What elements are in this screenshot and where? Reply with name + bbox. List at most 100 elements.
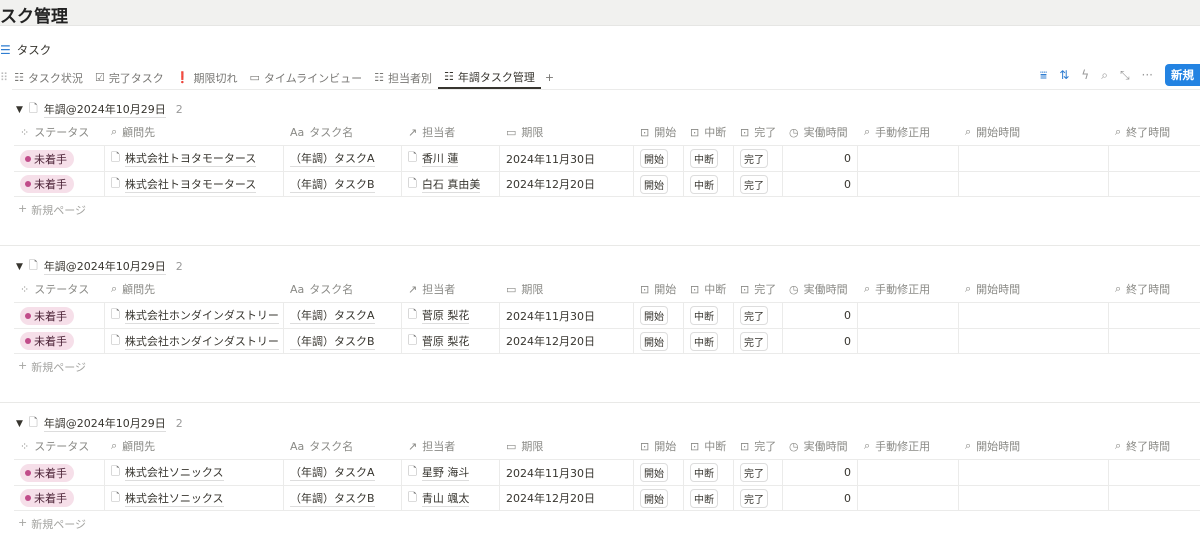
column-header[interactable]: ⌕ 顧問先 (105, 276, 284, 302)
column-header[interactable]: ⌕ 手動修正用 (858, 433, 959, 459)
start-button[interactable]: 開始 (640, 463, 668, 482)
client-link[interactable]: 株式会社ホンダインダストリー (124, 307, 279, 324)
column-header[interactable]: ◷ 実働時間 (783, 433, 858, 459)
task-cell[interactable]: （年調）タスクA (284, 303, 402, 328)
assignee-cell[interactable]: 🗋 菅原 梨花 (402, 303, 500, 328)
start-time-cell[interactable] (959, 303, 1109, 328)
status-cell[interactable]: 未着手 (14, 486, 105, 510)
status-badge[interactable]: 未着手 (20, 332, 74, 350)
status-cell[interactable]: 未着手 (14, 329, 105, 353)
done-button[interactable]: 完了 (740, 463, 768, 482)
assignee-link[interactable]: 香川 蓮 (421, 150, 459, 167)
filter-icon[interactable]: ⩸ (1040, 68, 1047, 83)
start-time-cell[interactable] (959, 460, 1109, 485)
hours-cell[interactable]: 0 (783, 146, 858, 171)
client-link[interactable]: 株式会社ホンダインダストリー (124, 333, 279, 350)
done-button[interactable]: 完了 (740, 488, 768, 508)
start-time-cell[interactable] (959, 146, 1109, 171)
group-title[interactable]: 年調@2024年10月29日 (43, 415, 166, 432)
group-title[interactable]: 年調@2024年10月29日 (43, 258, 166, 275)
start-button[interactable]: 開始 (640, 306, 668, 325)
column-header[interactable]: ⌕ 開始時間 (959, 433, 1109, 459)
column-header[interactable]: ↗ 担当者 (402, 433, 500, 459)
hours-cell[interactable]: 0 (783, 460, 858, 485)
column-header[interactable]: ⊡ 完了 (734, 276, 783, 302)
status-cell[interactable]: 未着手 (14, 146, 105, 171)
drag-handle-icon[interactable]: ⠿ (0, 71, 8, 84)
client-cell[interactable]: 🗋 株式会社ソニックス (105, 460, 284, 485)
column-header[interactable]: ⊡ 開始 (634, 119, 684, 145)
done-button[interactable]: 完了 (740, 331, 768, 351)
group-header[interactable]: ▼ 🗋 年調@2024年10月29日 2 (16, 257, 183, 276)
done-button[interactable]: 完了 (740, 149, 768, 168)
status-badge[interactable]: 未着手 (20, 149, 74, 168)
table-row[interactable]: 未着手 🗋 株式会社トヨタモータース （年調）タスクB 🗋 白石 真由美 2024年… (14, 171, 1200, 197)
column-header[interactable]: ▭ 期限 (500, 276, 634, 302)
client-cell[interactable]: 🗋 株式会社ホンダインダストリー (105, 303, 284, 328)
manual-cell[interactable] (858, 486, 959, 510)
assignee-link[interactable]: 白石 真由美 (421, 176, 481, 193)
column-header[interactable]: ⁘ ステータス (14, 119, 105, 145)
assignee-cell[interactable]: 🗋 香川 蓮 (402, 146, 500, 171)
start-button[interactable]: 開始 (640, 331, 668, 351)
new-page-button[interactable]: + 新規ページ (18, 516, 86, 532)
column-header[interactable]: Aa タスク名 (284, 433, 402, 459)
start-button[interactable]: 開始 (640, 149, 668, 168)
task-cell[interactable]: （年調）タスクB (284, 172, 402, 196)
collapse-triangle-icon[interactable]: ▼ (16, 419, 23, 429)
more-icon[interactable]: ··· (1142, 68, 1153, 82)
manual-cell[interactable] (858, 460, 959, 485)
client-link[interactable]: 株式会社ソニックス (124, 490, 224, 507)
database-title[interactable]: ☰ タスク (0, 42, 51, 58)
tab-5[interactable]: ☷ 年調タスク管理 (438, 66, 541, 89)
collapse-triangle-icon[interactable]: ▼ (16, 105, 23, 115)
client-cell[interactable]: 🗋 株式会社ホンダインダストリー (105, 329, 284, 353)
end-time-cell[interactable] (1109, 172, 1200, 196)
tab-3[interactable]: ▭ タイムラインビュー (244, 66, 369, 89)
sort-icon[interactable]: ⇅ (1059, 68, 1069, 82)
task-cell[interactable]: （年調）タスクA (284, 146, 402, 171)
group-header[interactable]: ▼ 🗋 年調@2024年10月29日 2 (16, 414, 183, 433)
pause-button[interactable]: 中断 (690, 331, 718, 351)
pause-button[interactable]: 中断 (690, 463, 718, 482)
assignee-cell[interactable]: 🗋 星野 海斗 (402, 460, 500, 485)
add-view-icon[interactable]: + (541, 71, 558, 84)
column-header[interactable]: ⌕ 手動修正用 (858, 276, 959, 302)
table-row[interactable]: 未着手 🗋 株式会社ホンダインダストリー （年調）タスクA 🗋 菅原 梨花 2024… (14, 302, 1200, 328)
status-cell[interactable]: 未着手 (14, 460, 105, 485)
collapse-triangle-icon[interactable]: ▼ (16, 262, 23, 272)
assignee-link[interactable]: 菅原 梨花 (421, 333, 470, 350)
column-header[interactable]: ⊡ 中断 (684, 276, 734, 302)
task-name[interactable]: （年調）タスクB (290, 176, 375, 193)
start-time-cell[interactable] (959, 172, 1109, 196)
due-cell[interactable]: 2024年11月30日 (500, 460, 634, 485)
end-time-cell[interactable] (1109, 486, 1200, 510)
column-header[interactable]: ▭ 期限 (500, 119, 634, 145)
due-cell[interactable]: 2024年12月20日 (500, 329, 634, 353)
column-header[interactable]: ⌕ 開始時間 (959, 119, 1109, 145)
assignee-link[interactable]: 菅原 梨花 (421, 307, 470, 324)
new-page-button[interactable]: + 新規ページ (18, 359, 86, 375)
pause-button[interactable]: 中断 (690, 149, 718, 168)
new-button[interactable]: 新規 (1165, 64, 1200, 86)
hours-cell[interactable]: 0 (783, 329, 858, 353)
task-name[interactable]: （年調）タスクA (290, 150, 375, 167)
client-cell[interactable]: 🗋 株式会社トヨタモータース (105, 172, 284, 196)
end-time-cell[interactable] (1109, 460, 1200, 485)
status-badge[interactable]: 未着手 (20, 489, 74, 507)
column-header[interactable]: ↗ 担当者 (402, 276, 500, 302)
column-header[interactable]: ⌕ 終了時間 (1109, 276, 1200, 302)
status-cell[interactable]: 未着手 (14, 172, 105, 196)
column-header[interactable]: Aa タスク名 (284, 276, 402, 302)
column-header[interactable]: ▭ 期限 (500, 433, 634, 459)
status-badge[interactable]: 未着手 (20, 463, 74, 482)
client-link[interactable]: 株式会社ソニックス (124, 464, 224, 481)
table-row[interactable]: 未着手 🗋 株式会社ソニックス （年調）タスクB 🗋 青山 颯太 2024年12月2… (14, 485, 1200, 511)
column-header[interactable]: ⊡ 中断 (684, 433, 734, 459)
manual-cell[interactable] (858, 329, 959, 353)
manual-cell[interactable] (858, 172, 959, 196)
search-icon[interactable]: ⌕ (1101, 68, 1108, 83)
column-header[interactable]: ◷ 実働時間 (783, 119, 858, 145)
start-time-cell[interactable] (959, 486, 1109, 510)
column-header[interactable]: ⌕ 開始時間 (959, 276, 1109, 302)
